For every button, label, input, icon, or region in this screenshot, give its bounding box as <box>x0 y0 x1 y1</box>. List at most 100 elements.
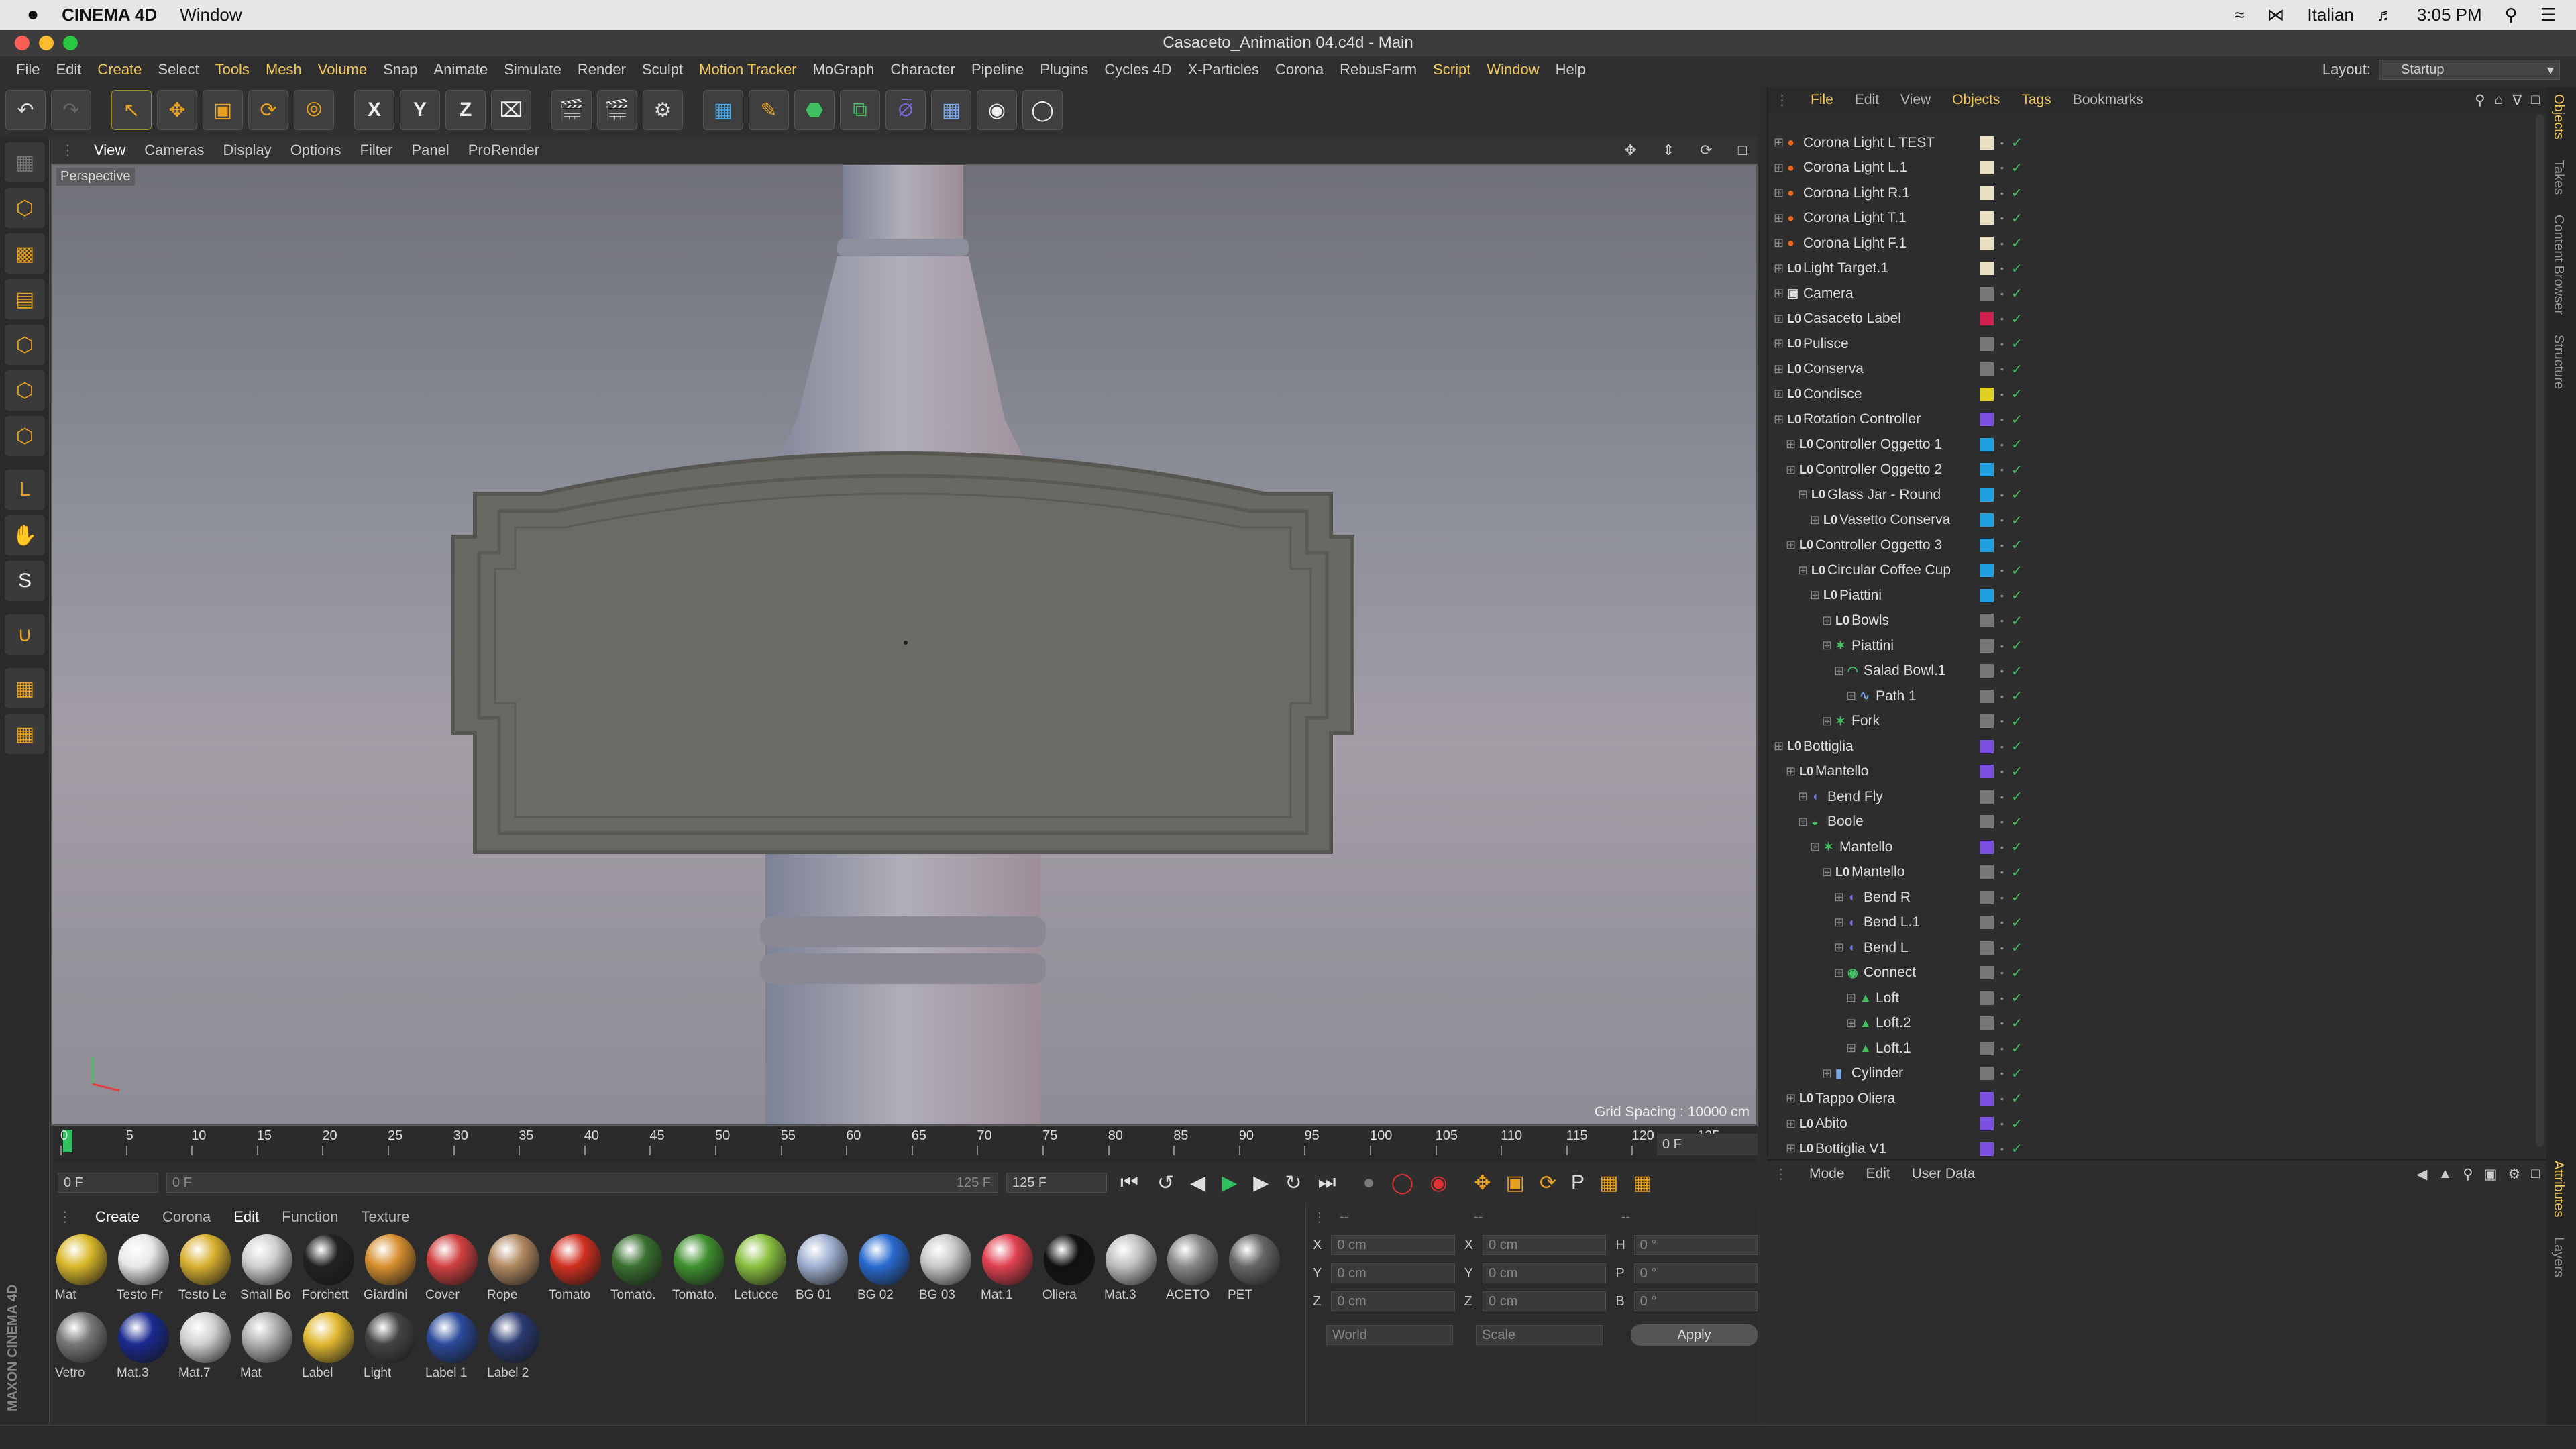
expand-toggle-icon[interactable]: ⊞ <box>1774 161 1784 175</box>
apple-icon[interactable]: ● <box>27 3 39 26</box>
objects-menu-tags[interactable]: Tags <box>2021 92 2051 108</box>
menu-select[interactable]: Select <box>158 61 199 78</box>
menu-file[interactable]: File <box>16 61 40 78</box>
viewport-menu-cameras[interactable]: Cameras <box>144 142 204 159</box>
keyframe-selection-icon[interactable]: ◉ <box>1430 1171 1447 1195</box>
object-row[interactable]: ⊞ ▲ Loft • ✓ <box>1768 985 2546 1011</box>
object-name[interactable]: Cylinder <box>1851 1065 1903 1081</box>
expand-toggle-icon[interactable]: ⊞ <box>1786 1142 1796 1156</box>
material-swatch[interactable]: Mat <box>54 1234 110 1303</box>
menu-edit[interactable]: Edit <box>56 61 81 78</box>
objects-filter-icon[interactable]: ∇ <box>2512 92 2522 109</box>
side-tab-layers[interactable]: Layers <box>2551 1237 2566 1277</box>
object-name[interactable]: Casaceto Label <box>1803 311 1901 327</box>
render-settings-icon[interactable]: ⚙ <box>643 90 683 130</box>
visibility-dots-icon[interactable]: • <box>2000 641 2004 651</box>
layer-color-swatch[interactable] <box>1980 1091 1994 1106</box>
material-swatch[interactable]: Mat.3 <box>115 1312 172 1381</box>
object-name[interactable]: Pulisce <box>1803 336 1849 352</box>
object-name[interactable]: Piattini <box>1839 588 1882 604</box>
coordinate-space-dropdown[interactable]: World <box>1326 1325 1454 1345</box>
coordinate-value-field[interactable]: 0 cm <box>1331 1263 1455 1283</box>
expand-toggle-icon[interactable]: ⊞ <box>1810 840 1820 854</box>
enabled-check-icon[interactable]: ✓ <box>2011 1140 2023 1157</box>
object-name[interactable]: Boole <box>1827 814 1864 830</box>
visibility-dots-icon[interactable]: • <box>2000 239 2004 248</box>
visibility-dots-icon[interactable]: • <box>2000 1018 2004 1028</box>
object-name[interactable]: Controller Oggetto 1 <box>1815 437 1942 453</box>
material-swatch[interactable]: Letucce <box>733 1234 789 1303</box>
menu-character[interactable]: Character <box>890 61 955 78</box>
material-swatch[interactable]: Mat <box>239 1312 295 1381</box>
visibility-dots-icon[interactable]: • <box>2000 918 2004 927</box>
layer-color-swatch[interactable] <box>1980 1117 1994 1131</box>
wifi-icon[interactable]: ≈ <box>2235 5 2244 25</box>
expand-toggle-icon[interactable]: ⊞ <box>1786 463 1796 477</box>
visibility-dots-icon[interactable]: • <box>2000 213 2004 223</box>
enabled-check-icon[interactable]: ✓ <box>2011 814 2023 830</box>
coordinate-value-field[interactable]: 0 cm <box>1331 1235 1455 1255</box>
key-point-level-icon[interactable]: ▦ <box>1599 1171 1618 1195</box>
object-name[interactable]: Bottiglia V1 <box>1815 1141 1886 1157</box>
visibility-dots-icon[interactable]: • <box>2000 415 2004 424</box>
material-menu-texture[interactable]: Texture <box>362 1208 410 1226</box>
frame-range-slider[interactable]: 0 F 125 F <box>166 1173 998 1193</box>
enabled-check-icon[interactable]: ✓ <box>2011 235 2023 252</box>
object-name[interactable]: Path 1 <box>1876 688 1917 704</box>
material-swatch[interactable]: Rope <box>486 1234 542 1303</box>
menu-mesh[interactable]: Mesh <box>266 61 302 78</box>
object-row[interactable]: ⊞ ▮ Cylinder • ✓ <box>1768 1061 2546 1087</box>
recent-tool-icon[interactable]: ⦾ <box>294 90 334 130</box>
object-row[interactable]: ⊞ ◒ Boole • ✓ <box>1768 810 2546 835</box>
menu-cycles-4d[interactable]: Cycles 4D <box>1104 61 1171 78</box>
expand-toggle-icon[interactable]: ⊞ <box>1774 739 1784 753</box>
object-name[interactable]: Tappo Oliera <box>1815 1091 1895 1107</box>
material-swatch[interactable]: ACETO <box>1165 1234 1221 1303</box>
expand-toggle-icon[interactable]: ⊞ <box>1846 1041 1856 1055</box>
visibility-dots-icon[interactable]: • <box>2000 339 2004 349</box>
menu-mograph[interactable]: MoGraph <box>813 61 875 78</box>
menu-pipeline[interactable]: Pipeline <box>971 61 1024 78</box>
object-row[interactable]: ⊞ ● Corona Light T.1 • ✓ <box>1768 206 2546 231</box>
viewport-move-icon[interactable]: ✥ <box>1624 142 1636 159</box>
visibility-dots-icon[interactable]: • <box>2000 968 2004 977</box>
cube-icon[interactable]: ▦ <box>703 90 743 130</box>
expand-toggle-icon[interactable]: ⊞ <box>1846 1016 1856 1030</box>
enabled-check-icon[interactable]: ✓ <box>2011 788 2023 805</box>
key-scale-icon[interactable]: ▣ <box>1506 1171 1525 1195</box>
layer-color-swatch[interactable] <box>1980 161 1994 175</box>
menu-help[interactable]: Help <box>1556 61 1586 78</box>
object-name[interactable]: Corona Light L.1 <box>1803 160 1907 176</box>
enabled-check-icon[interactable]: ✓ <box>2011 587 2023 604</box>
previous-frame-icon[interactable]: ◀ <box>1190 1171 1205 1195</box>
coordinate-mode-dropdown[interactable]: Scale <box>1476 1325 1603 1345</box>
material-swatch[interactable]: Tomato. <box>671 1234 727 1303</box>
tweak-mode-icon[interactable]: ✋ <box>5 515 45 555</box>
side-tab-takes[interactable]: Takes <box>2551 160 2566 195</box>
enabled-check-icon[interactable]: ✓ <box>2011 989 2023 1006</box>
object-name[interactable]: Corona Light L TEST <box>1803 135 1935 151</box>
enabled-check-icon[interactable]: ✓ <box>2011 1090 2023 1107</box>
viewport-zoom-icon[interactable]: ⇕ <box>1662 142 1674 159</box>
enabled-check-icon[interactable]: ✓ <box>2011 134 2023 151</box>
menu-animate[interactable]: Animate <box>434 61 488 78</box>
magnet-icon[interactable]: ∪ <box>5 614 45 655</box>
render-view-icon[interactable]: 🎬 <box>551 90 592 130</box>
objects-menu-objects[interactable]: Objects <box>1952 92 2000 108</box>
layer-color-swatch[interactable] <box>1980 488 1994 502</box>
object-row[interactable]: ⊞ ● Corona Light F.1 • ✓ <box>1768 231 2546 256</box>
object-row[interactable]: ⊞ L0 Tappo Oliera • ✓ <box>1768 1086 2546 1112</box>
material-swatch[interactable]: BG 02 <box>856 1234 912 1303</box>
layer-color-swatch[interactable] <box>1980 941 1994 955</box>
object-row[interactable]: ⊞ L0 Abito • ✓ <box>1768 1112 2546 1137</box>
coordinate-value-field[interactable]: 0 ° <box>1633 1235 1758 1255</box>
apply-button[interactable]: Apply <box>1631 1324 1758 1346</box>
end-frame-field[interactable]: 125 F <box>1006 1173 1107 1193</box>
visibility-dots-icon[interactable]: • <box>2000 591 2004 600</box>
enabled-check-icon[interactable]: ✓ <box>2011 335 2023 352</box>
visibility-dots-icon[interactable]: • <box>2000 616 2004 625</box>
object-row[interactable]: ⊞ ● Corona Light L.1 • ✓ <box>1768 156 2546 181</box>
material-swatch[interactable]: Mat.3 <box>1103 1234 1159 1303</box>
workplane-icon[interactable]: ▤ <box>5 279 45 319</box>
array-icon[interactable]: ⧉ <box>840 90 880 130</box>
